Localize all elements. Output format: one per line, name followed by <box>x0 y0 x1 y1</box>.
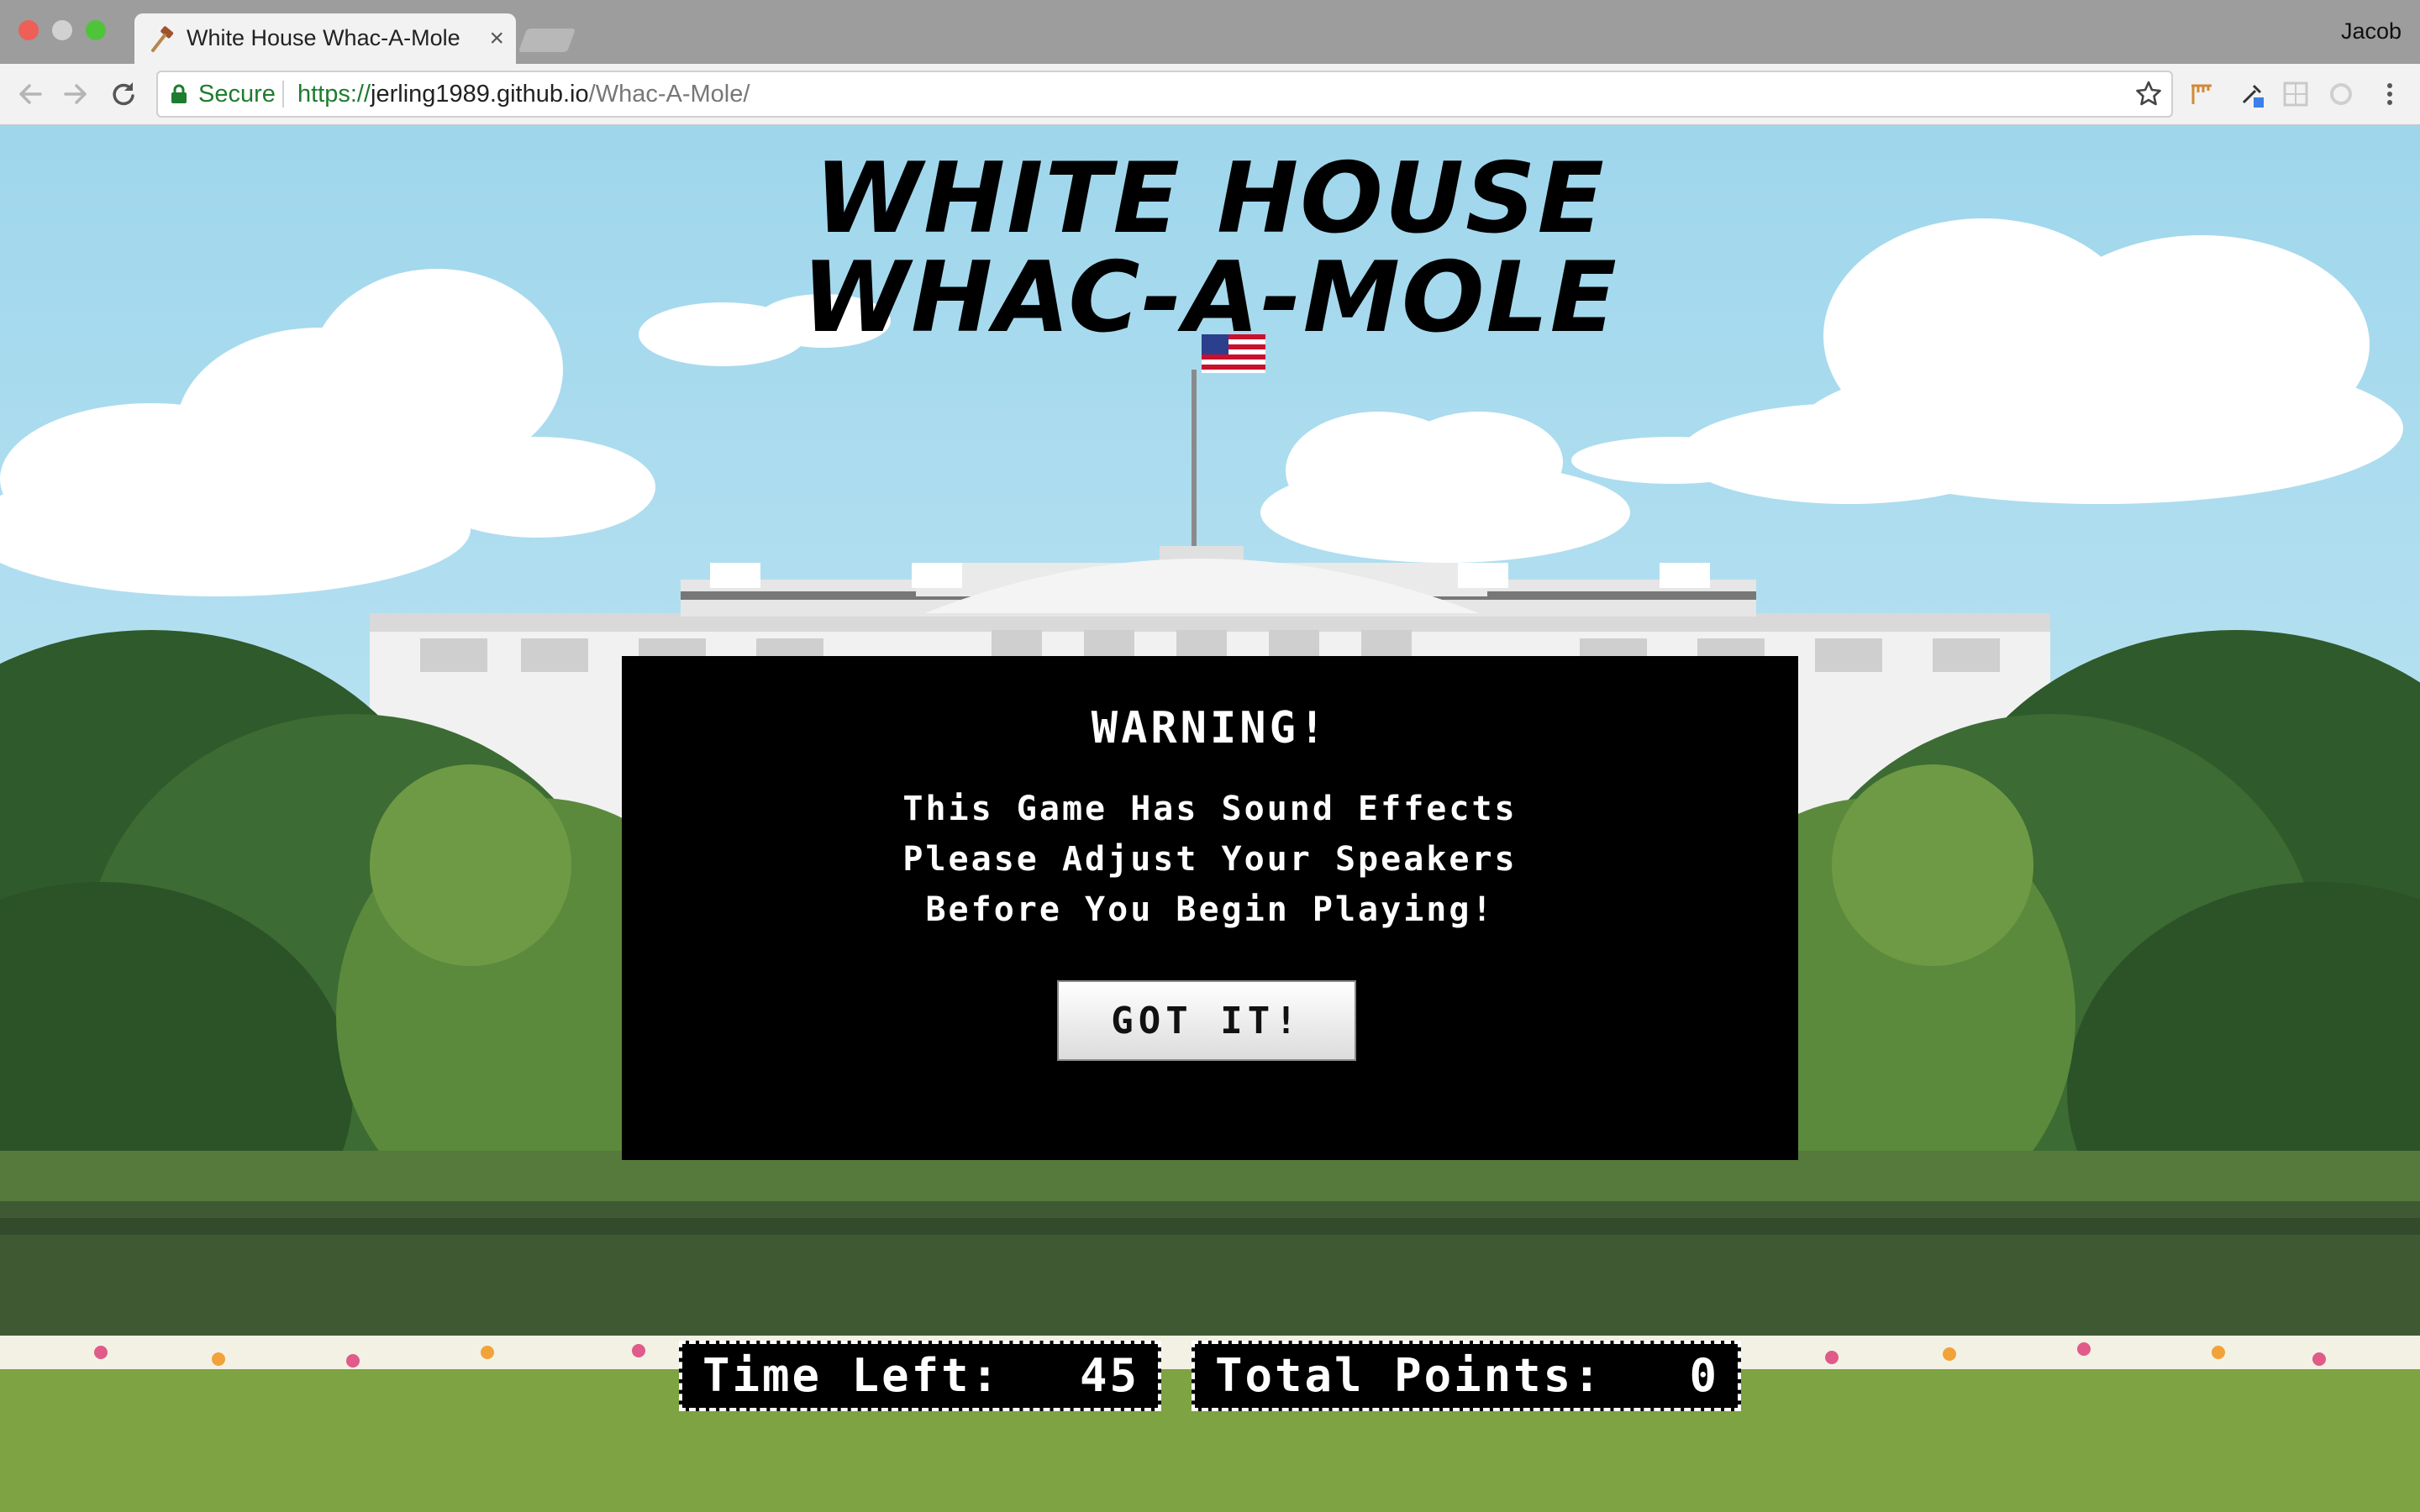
url-scheme: https:// <box>297 81 371 108</box>
new-tab-button[interactable] <box>518 29 576 52</box>
secure-label: Secure <box>198 81 276 108</box>
game-title-line1: WHITE HOUSE <box>814 142 1606 255</box>
time-left-value: 45 <box>1079 1349 1139 1402</box>
total-points-display: Total Points: 0 <box>1192 1341 1741 1411</box>
total-points-value: 0 <box>1689 1349 1719 1402</box>
extension-grid-icon[interactable] <box>2281 79 2311 109</box>
browser-titlebar: White House Whac-A-Mole × Jacob <box>0 0 2420 64</box>
browser-tab[interactable]: White House Whac-A-Mole × <box>134 13 516 64</box>
minimize-window-icon[interactable] <box>52 20 72 40</box>
url-text: https://jerling1989.github.io/Whac-A-Mol… <box>297 81 750 108</box>
back-arrow-icon[interactable] <box>15 79 45 109</box>
url-host: jerling1989.github.io <box>371 81 589 108</box>
total-points-label: Total Points: <box>1215 1349 1603 1402</box>
lock-icon <box>171 84 187 103</box>
extension-eyedropper-icon[interactable] <box>2237 79 2267 109</box>
time-left-display: Time Left: 45 <box>679 1341 1161 1411</box>
tab-close-icon[interactable]: × <box>489 22 504 55</box>
forward-arrow-icon[interactable] <box>60 79 91 109</box>
maximize-window-icon[interactable] <box>86 20 106 40</box>
extension-swirl-icon[interactable] <box>2326 79 2356 109</box>
game-title-line2: WHAC-A-MOLE <box>802 241 1618 354</box>
warning-line-3: Before You Begin Playing! <box>925 890 1495 929</box>
url-separator <box>282 81 284 108</box>
warning-message: This Game Has Sound Effects Please Adjus… <box>622 784 1798 935</box>
browser-toolbar: Secure https://jerling1989.github.io/Wha… <box>0 64 2420 126</box>
game-viewport: WHITE HOUSE WHAC-A-MOLE WARNING! This Ga… <box>0 126 2420 1512</box>
tab-title: White House Whac-A-Mole <box>187 25 460 50</box>
star-icon[interactable] <box>2134 79 2163 108</box>
warning-heading: WARNING! <box>1091 703 1329 753</box>
mallet-icon <box>151 26 174 52</box>
address-bar[interactable]: Secure https://jerling1989.github.io/Wha… <box>156 71 2173 118</box>
url-path: /Whac-A-Mole/ <box>588 81 750 108</box>
kebab-menu-icon[interactable] <box>2375 79 2405 109</box>
reload-icon[interactable] <box>108 79 138 109</box>
got-it-button[interactable]: GOT IT! <box>1057 980 1356 1061</box>
warning-line-2: Please Adjust Your Speakers <box>902 840 1518 879</box>
close-window-icon[interactable] <box>18 20 39 40</box>
sound-warning-modal: WARNING! This Game Has Sound Effects Ple… <box>622 656 1798 1160</box>
time-left-label: Time Left: <box>702 1349 1002 1402</box>
extension-ruler-icon[interactable] <box>2186 79 2217 109</box>
profile-name[interactable]: Jacob <box>2341 18 2402 45</box>
warning-line-1: This Game Has Sound Effects <box>902 790 1518 828</box>
game-title: WHITE HOUSE WHAC-A-MOLE <box>0 150 2420 348</box>
